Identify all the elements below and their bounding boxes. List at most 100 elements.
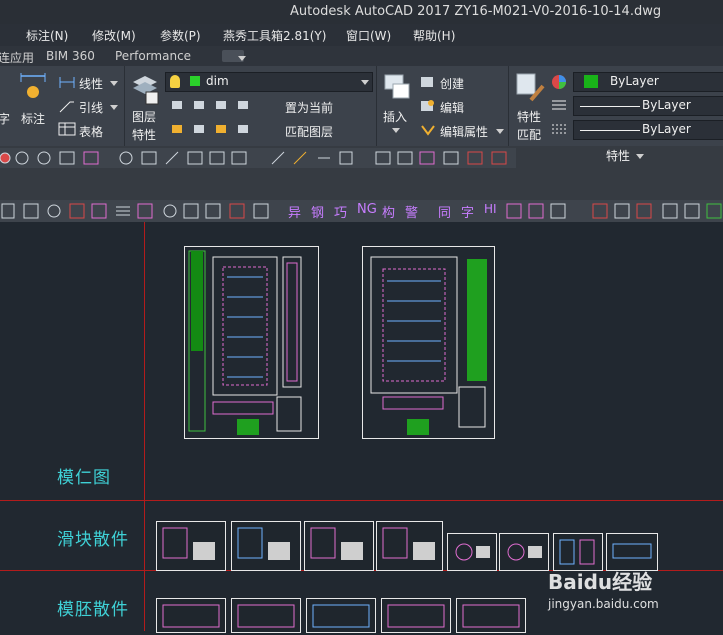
dimension-label[interactable]: 标注 — [21, 110, 45, 127]
linetype-icon — [552, 100, 566, 110]
color-combo[interactable]: ByLayer — [573, 72, 723, 92]
drawing-sheet-1[interactable] — [184, 246, 319, 439]
match-properties-label-2[interactable]: 匹配 — [517, 126, 541, 143]
edit-attribute-label[interactable]: 编辑属性 — [440, 123, 488, 140]
row-label-core-drawing: 模仁图 — [57, 468, 111, 488]
row-label-moldbase-parts: 模胚散件 — [57, 600, 129, 620]
lineweight-icon — [552, 124, 566, 134]
custom-toolbar: 异 钢 巧 NG 构 警 同 字 HI — [0, 200, 723, 222]
slider-part-6[interactable] — [499, 533, 549, 571]
menu-yanxiu-toolbox[interactable]: 燕秀工具箱2.81(Y) — [223, 27, 326, 44]
linear-label[interactable]: 线性 — [79, 75, 103, 92]
custom-tool-1[interactable]: 异 — [288, 202, 301, 221]
leader-label[interactable]: 引线 — [79, 99, 103, 116]
custom-tool-3[interactable]: 巧 — [334, 202, 347, 221]
chevron-down-icon[interactable] — [110, 105, 118, 110]
leader-icon — [59, 101, 74, 113]
custom-tool-4[interactable]: NG — [357, 202, 377, 217]
text-tool-label: 字 — [0, 112, 11, 126]
core-drawing-2 — [370, 256, 487, 435]
set-current-label[interactable]: 置为当前 — [285, 99, 333, 116]
custom-tool-6[interactable]: 警 — [405, 202, 418, 221]
toolbar-icons[interactable] — [0, 149, 516, 167]
divider — [376, 66, 377, 146]
properties-panel-title[interactable]: 特性 — [606, 147, 630, 164]
row-label-slider-parts: 滑块散件 — [57, 530, 129, 550]
bulb-icon — [170, 75, 180, 88]
moldbase-part-4[interactable] — [381, 598, 451, 633]
moldbase-part-3[interactable] — [306, 598, 376, 633]
layer-combo[interactable]: dim — [165, 72, 373, 92]
custom-tool-7[interactable]: 同 — [438, 202, 451, 221]
window-title: Autodesk AutoCAD 2017 ZY16-M021-V0-2016-… — [290, 4, 662, 19]
linetype-combo[interactable]: ByLayer — [573, 96, 723, 116]
chevron-down-icon[interactable] — [392, 128, 400, 133]
custom-tool-9[interactable]: HI — [484, 202, 497, 216]
menu-modify[interactable]: 修改(M) — [92, 27, 136, 44]
custom-tool-5[interactable]: 构 — [382, 202, 395, 221]
chevron-down-icon[interactable] — [636, 154, 644, 159]
layer-tool-icons-row2[interactable] — [170, 122, 260, 136]
baidu-watermark: Baidu经验 jingyan.baidu.com — [548, 566, 659, 611]
insert-label[interactable]: 插入 — [383, 108, 407, 125]
custom-toolbar-icons[interactable] — [0, 202, 285, 220]
core-drawing-1 — [188, 250, 302, 435]
toolbar-strip: 异 钢 巧 NG 构 警 同 字 HI — [0, 170, 723, 222]
moldbase-part-5[interactable] — [456, 598, 526, 633]
moldbase-part-1[interactable] — [156, 598, 226, 633]
edit-block-icon — [421, 100, 434, 111]
table-label[interactable]: 表格 — [79, 123, 103, 140]
ribbon-tab-bar: 连应用 BIM 360 Performance — [0, 46, 723, 67]
tab-featured-apps[interactable]: 连应用 — [0, 49, 34, 66]
ribbon-panel: 字 标注 线性 引线 表格 图层 特性 dim 置为当前 匹配图层 插入 创建 … — [0, 66, 723, 146]
layer-properties-icon — [133, 76, 159, 105]
menu-window[interactable]: 窗口(W) — [346, 27, 391, 44]
match-layer-label[interactable]: 匹配图层 — [285, 123, 333, 140]
dimension-icon[interactable] — [18, 72, 48, 102]
create-label[interactable]: 创建 — [440, 75, 464, 92]
menu-help[interactable]: 帮助(H) — [413, 27, 455, 44]
drawing-sheet-2[interactable] — [362, 246, 495, 439]
layer-properties-label-2[interactable]: 特性 — [132, 126, 156, 143]
layer-combo-value: dim — [206, 74, 229, 88]
slider-part-3[interactable] — [304, 521, 374, 571]
layer-tool-icons-row1[interactable] — [170, 98, 260, 112]
create-block-icon — [421, 77, 433, 87]
tab-performance[interactable]: Performance — [115, 49, 191, 63]
insert-block-icon — [384, 74, 410, 99]
slider-part-5[interactable] — [447, 533, 497, 571]
lineweight-combo[interactable]: ByLayer — [573, 120, 723, 140]
match-properties-icon — [516, 73, 545, 102]
chevron-down-icon — [238, 56, 246, 61]
color-combo-value: ByLayer — [610, 74, 659, 88]
divider — [508, 66, 509, 146]
color-wheel-icon — [552, 75, 566, 89]
linear-dim-icon — [59, 77, 75, 88]
color-swatch — [584, 75, 598, 88]
chevron-down-icon — [361, 80, 369, 85]
edit-label[interactable]: 编辑 — [440, 99, 464, 116]
layer-properties-label[interactable]: 图层 — [132, 108, 156, 125]
slider-part-4[interactable] — [376, 521, 443, 571]
custom-tool-8[interactable]: 字 — [461, 202, 474, 221]
linetype-combo-value: ByLayer — [642, 98, 691, 112]
title-bar: Autodesk AutoCAD 2017 ZY16-M021-V0-2016-… — [0, 0, 723, 24]
lineweight-combo-value: ByLayer — [642, 122, 691, 136]
layer-color-swatch — [190, 76, 200, 86]
menu-parametric[interactable]: 参数(P) — [160, 27, 201, 44]
custom-tool-2[interactable]: 钢 — [311, 202, 324, 221]
match-properties-label[interactable]: 特性 — [517, 108, 541, 125]
chevron-down-icon[interactable] — [496, 129, 504, 134]
linetype-preview — [580, 106, 640, 107]
panel-title-row: 特性 — [0, 146, 723, 170]
chevron-down-icon[interactable] — [110, 81, 118, 86]
edit-attribute-icon — [421, 125, 435, 136]
slider-part-2[interactable] — [231, 521, 301, 571]
menu-dimension[interactable]: 标注(N) — [26, 27, 68, 44]
extra-toolbar-icons[interactable] — [505, 202, 723, 220]
tab-bim360[interactable]: BIM 360 — [46, 49, 95, 63]
moldbase-part-2[interactable] — [231, 598, 301, 633]
slider-part-1[interactable] — [156, 521, 226, 571]
divider — [124, 66, 125, 146]
drawing-canvas[interactable]: 模仁图 滑块散件 模胚散件 Baidu经验 jingyan.baidu.com — [0, 222, 723, 633]
